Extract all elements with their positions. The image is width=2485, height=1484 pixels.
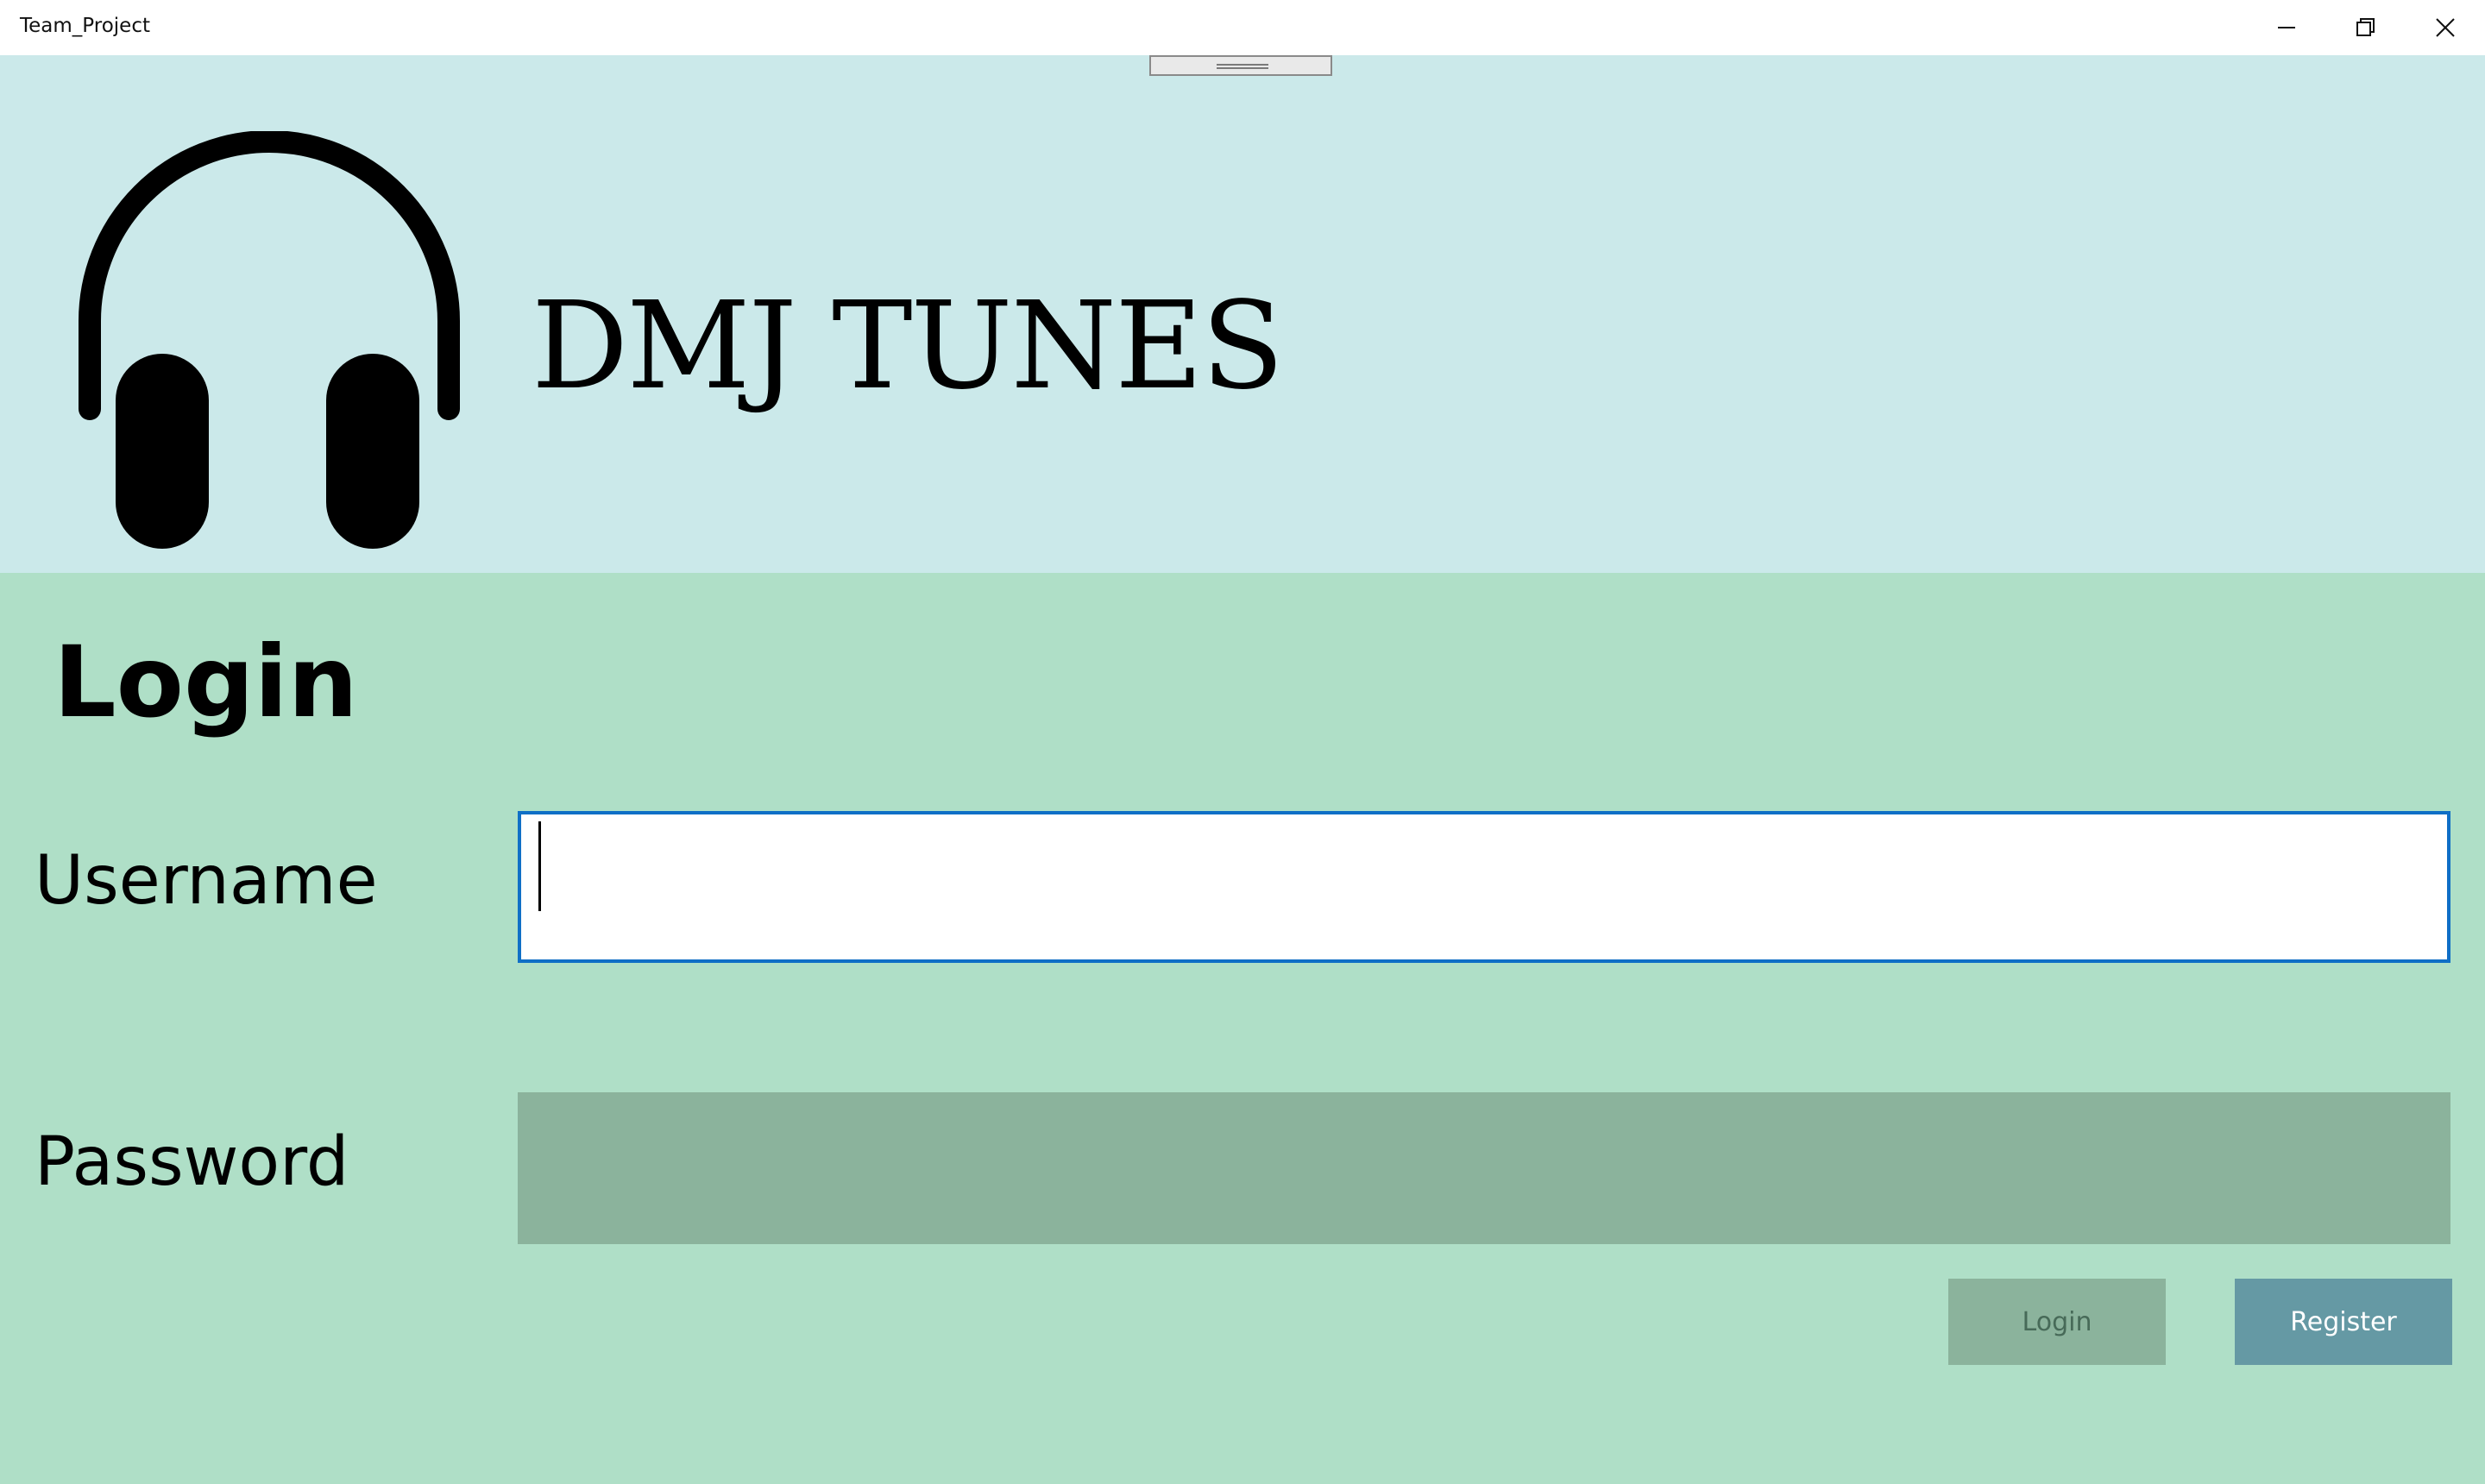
close-icon [2436,18,2455,37]
app-brand-title: DMJ TUNES [532,276,1284,417]
grip-line [1217,67,1268,69]
password-label: Password [35,1123,349,1201]
restore-button[interactable] [2326,0,2406,55]
restore-icon [2356,18,2375,36]
title-bar[interactable]: Team_Project [0,0,2485,55]
username-label: Username [35,842,378,920]
text-caret [538,821,541,911]
register-button[interactable]: Register [2235,1279,2452,1365]
header-banner: DMJ TUNES [0,55,2485,573]
login-button[interactable]: Login [1948,1279,2166,1365]
app-window: Team_Project DMJ TUNES Login Username Pa… [0,0,2485,1484]
minimize-icon [2278,27,2295,28]
minimize-button[interactable] [2247,0,2326,55]
grip-line [1217,64,1268,66]
close-button[interactable] [2406,0,2485,55]
headphones-icon [79,131,460,549]
username-input[interactable] [518,811,2450,963]
resize-grip[interactable] [1149,55,1332,76]
login-heading: Login [53,625,358,739]
password-input[interactable] [518,1092,2450,1244]
window-title: Team_Project [20,15,150,37]
